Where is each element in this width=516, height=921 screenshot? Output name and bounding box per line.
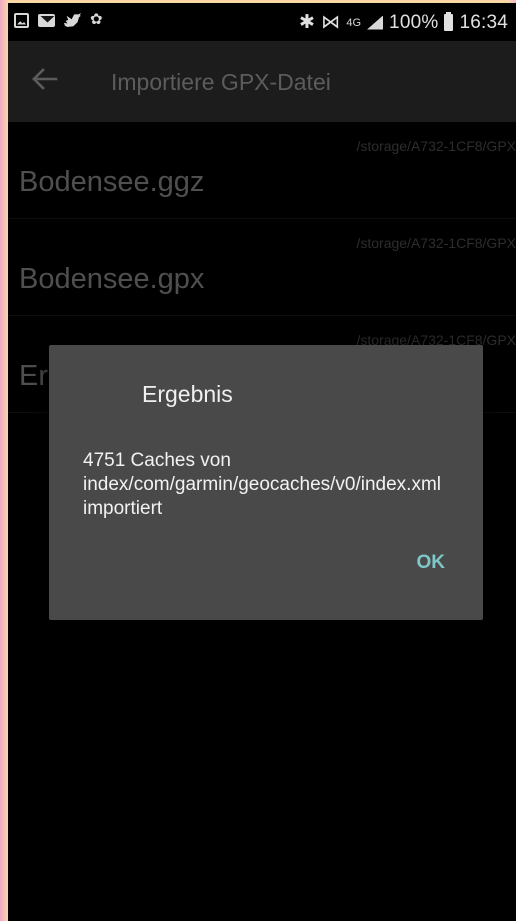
- notification-icons: ✿: [14, 12, 103, 28]
- back-arrow-icon[interactable]: [26, 61, 62, 97]
- clock: 16:34: [459, 11, 508, 33]
- ok-button[interactable]: OK: [417, 552, 446, 574]
- result-dialog: Ergebnis 4751 Caches von index/com/garmi…: [49, 345, 483, 620]
- vibrate-icon: ⋈: [321, 12, 341, 33]
- dialog-message: 4751 Caches von index/com/garmin/geocach…: [83, 450, 442, 519]
- twitter-icon: [64, 13, 81, 27]
- bluetooth-icon: ✱: [299, 12, 316, 33]
- page-title: Importiere GPX-Datei: [111, 69, 331, 95]
- app-notification-icon: ✿: [90, 11, 103, 28]
- gallery-icon: [14, 12, 29, 28]
- status-bar: ✿ ✱ ⋈ 4G 100% 16:34: [8, 3, 516, 41]
- signal-icon: [367, 15, 384, 30]
- dialog-title: Ergebnis: [142, 381, 233, 407]
- battery-percentage: 100%: [389, 11, 439, 33]
- system-icons: ✱ ⋈ 4G 100% 16:34: [299, 11, 508, 34]
- network-type-label: 4G: [346, 16, 362, 29]
- mail-icon: [38, 13, 55, 27]
- app-bar: Importiere GPX-Datei: [8, 41, 516, 122]
- phone-screen: ✿ ✱ ⋈ 4G 100% 16:34 Importiere GPX-Datei…: [8, 3, 516, 921]
- battery-icon: [444, 12, 454, 31]
